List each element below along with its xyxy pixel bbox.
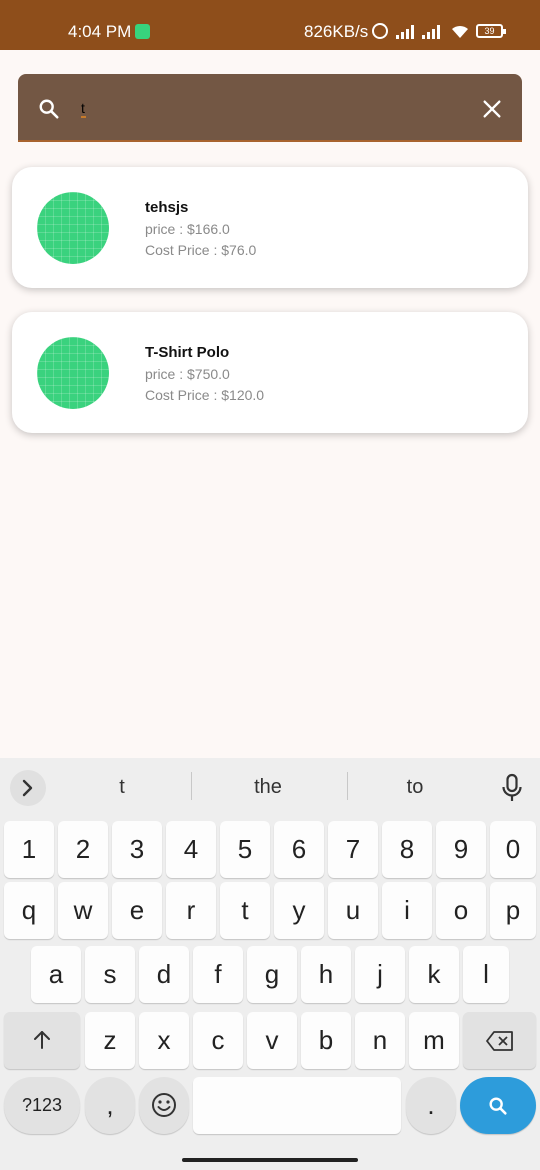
key-d[interactable]: d <box>139 946 189 1003</box>
key-k[interactable]: k <box>409 946 459 1003</box>
signal-icon <box>396 25 420 39</box>
status-time: 4:04 PM <box>68 22 132 41</box>
product-name: T-Shirt Polo <box>145 344 230 361</box>
key-o[interactable]: o <box>436 882 486 939</box>
app-notification-icon <box>135 24 150 39</box>
key-u[interactable]: u <box>328 882 378 939</box>
search-icon[interactable] <box>38 98 60 120</box>
suggestion-divider <box>191 772 192 800</box>
emoji-icon <box>152 1093 176 1117</box>
status-bar: 4:04 PM 826KB/s 39 <box>0 0 540 50</box>
key-1[interactable]: 1 <box>4 821 54 878</box>
key-t[interactable]: t <box>220 882 270 939</box>
product-avatar <box>37 192 109 264</box>
key-3[interactable]: 3 <box>112 821 162 878</box>
key-j[interactable]: j <box>355 946 405 1003</box>
key-h[interactable]: h <box>301 946 351 1003</box>
product-price: price : $166.0 <box>145 221 230 237</box>
battery-icon: 39 <box>476 24 506 38</box>
key-8[interactable]: 8 <box>382 821 432 878</box>
key-7[interactable]: 7 <box>328 821 378 878</box>
key-p[interactable]: p <box>490 882 536 939</box>
key-c[interactable]: c <box>193 1012 243 1069</box>
home-indicator[interactable] <box>182 1158 358 1162</box>
key-l[interactable]: l <box>463 946 509 1003</box>
emoji-key[interactable] <box>139 1077 189 1134</box>
key-6[interactable]: 6 <box>274 821 324 878</box>
key-g[interactable]: g <box>247 946 297 1003</box>
key-5[interactable]: 5 <box>220 821 270 878</box>
suggestion-3[interactable]: to <box>365 776 465 799</box>
suggestion-2[interactable]: the <box>218 776 318 799</box>
key-s[interactable]: s <box>85 946 135 1003</box>
space-key[interactable] <box>193 1077 401 1134</box>
product-cost-price: Cost Price : $76.0 <box>145 242 257 258</box>
key-f[interactable]: f <box>193 946 243 1003</box>
product-avatar <box>37 337 109 409</box>
expand-toolbar-button[interactable] <box>10 770 46 806</box>
key-y[interactable]: y <box>274 882 324 939</box>
search-input[interactable]: t <box>81 100 86 118</box>
key-q[interactable]: q <box>4 882 54 939</box>
key-n[interactable]: n <box>355 1012 405 1069</box>
search-icon <box>489 1097 507 1115</box>
chevron-right-icon <box>22 779 33 797</box>
microphone-icon[interactable] <box>500 773 524 803</box>
backspace-key[interactable] <box>463 1012 536 1069</box>
key-0[interactable]: 0 <box>490 821 536 878</box>
key-b[interactable]: b <box>301 1012 351 1069</box>
key-x[interactable]: x <box>139 1012 189 1069</box>
product-card[interactable]: T-Shirt Polo price : $750.0 Cost Price :… <box>12 312 528 433</box>
key-9[interactable]: 9 <box>436 821 486 878</box>
key-e[interactable]: e <box>112 882 162 939</box>
product-name: tehsjs <box>145 199 189 216</box>
key-m[interactable]: m <box>409 1012 459 1069</box>
key-v[interactable]: v <box>247 1012 297 1069</box>
network-speed: 826KB/s <box>304 22 369 41</box>
comma-key[interactable]: , <box>85 1077 135 1134</box>
key-i[interactable]: i <box>382 882 432 939</box>
product-price: price : $750.0 <box>145 366 230 382</box>
key-w[interactable]: w <box>58 882 108 939</box>
shift-key[interactable] <box>4 1012 80 1069</box>
backspace-icon <box>485 1031 513 1051</box>
arrow-up-icon <box>34 1031 50 1049</box>
product-card[interactable]: tehsjs price : $166.0 Cost Price : $76.0 <box>12 167 528 288</box>
key-r[interactable]: r <box>166 882 216 939</box>
key-z[interactable]: z <box>85 1012 135 1069</box>
key-a[interactable]: a <box>31 946 81 1003</box>
key-2[interactable]: 2 <box>58 821 108 878</box>
search-key[interactable] <box>460 1077 536 1134</box>
key-4[interactable]: 4 <box>166 821 216 878</box>
product-cost-price: Cost Price : $120.0 <box>145 387 265 403</box>
suggestion-1[interactable]: t <box>72 776 172 799</box>
wifi-icon <box>450 24 470 44</box>
search-bar[interactable]: t <box>18 74 522 142</box>
alarm-icon <box>372 23 388 39</box>
symbols-key[interactable]: ?123 <box>4 1077 80 1134</box>
suggestion-divider <box>347 772 348 800</box>
signal-icon <box>422 25 446 39</box>
period-key[interactable]: . <box>406 1077 456 1134</box>
suggestion-strip: t the to <box>0 758 540 816</box>
close-icon[interactable] <box>481 98 503 120</box>
